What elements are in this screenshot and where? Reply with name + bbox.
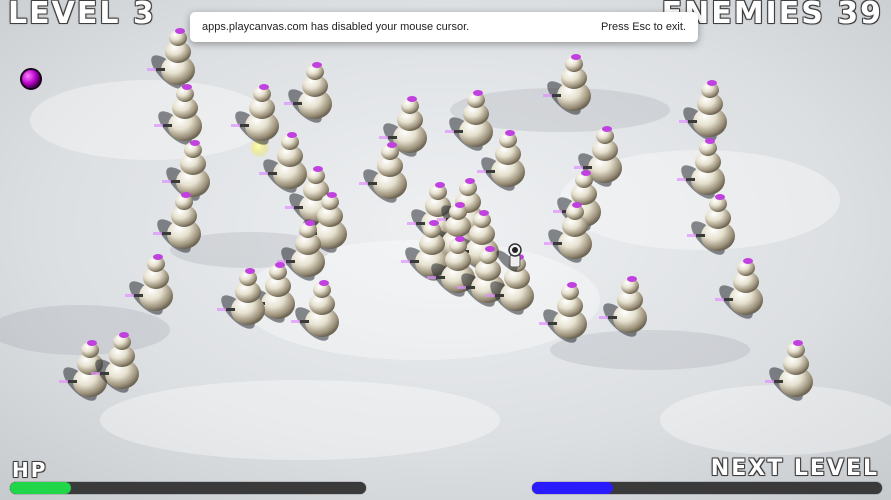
hp-bar-fill <box>10 482 71 494</box>
next-level-bar <box>532 482 882 494</box>
game-canvas[interactable] <box>0 0 891 500</box>
notice-hint: Press Esc to exit. <box>601 21 686 33</box>
purple-orb-icon <box>20 68 42 90</box>
notice-message: apps.playcanvas.com has disabled your mo… <box>202 21 470 33</box>
hp-bar <box>10 482 366 494</box>
next-level-bar-fill <box>532 482 613 494</box>
pointer-lock-notice: apps.playcanvas.com has disabled your mo… <box>190 12 698 42</box>
level-indicator: LEVEL 3 <box>8 0 156 31</box>
next-level-label: NEXT LEVEL <box>710 456 879 481</box>
hp-label: HP <box>12 458 48 482</box>
